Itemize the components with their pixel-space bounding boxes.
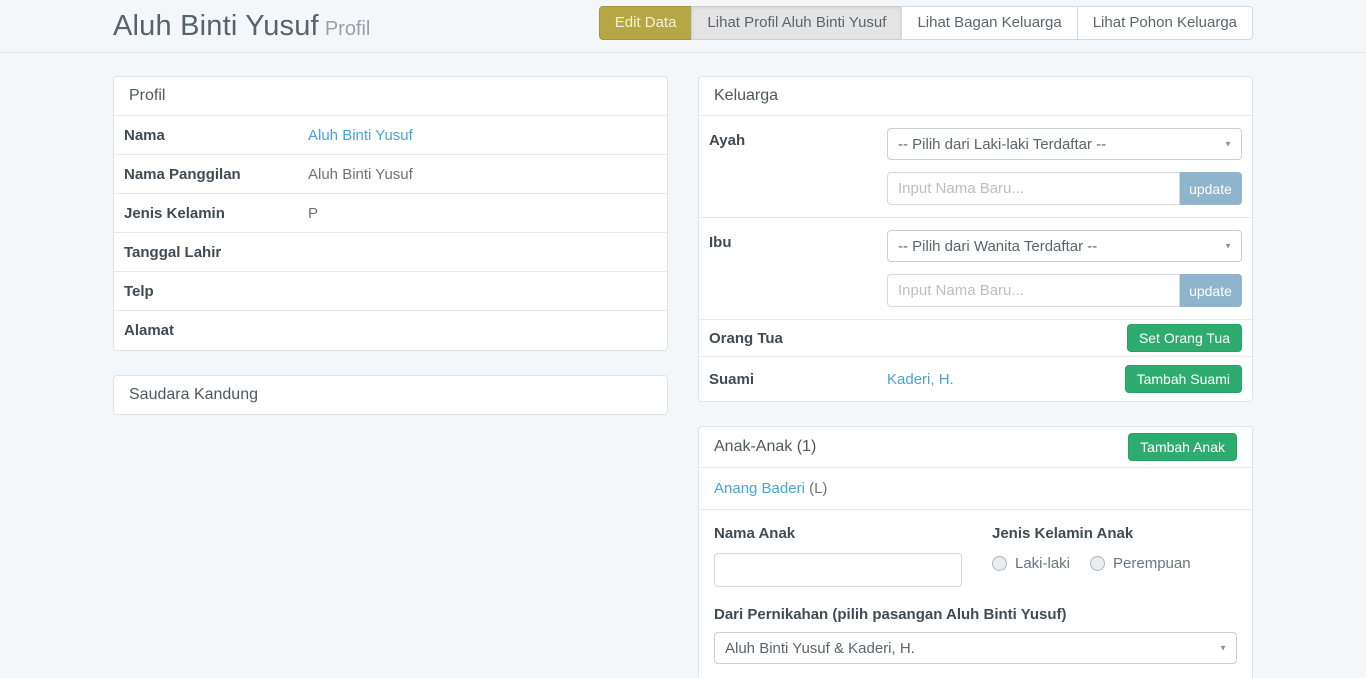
tab-lihat-pohon-keluarga[interactable]: Lihat Pohon Keluarga bbox=[1077, 6, 1253, 40]
ibu-label: Ibu bbox=[709, 230, 887, 307]
page-subtitle: Profil bbox=[325, 18, 371, 40]
keluarga-card-header: Keluarga bbox=[699, 77, 1252, 116]
profil-row-nama-panggilan: Nama Panggilan Aluh Binti Yusuf bbox=[114, 155, 667, 194]
saudara-kandung-card: Saudara Kandung bbox=[113, 375, 668, 415]
keluarga-card: Keluarga Ayah -- Pilih dari Laki-laki Te… bbox=[698, 76, 1253, 402]
dari-pernikahan-label: Dari Pernikahan (pilih pasangan Aluh Bin… bbox=[714, 606, 1237, 623]
profil-label-tanggal-lahir: Tanggal Lahir bbox=[124, 244, 308, 261]
profil-value-nama-link[interactable]: Aluh Binti Yusuf bbox=[308, 127, 413, 144]
child-list-item: Anang Baderi (L) bbox=[699, 468, 1252, 510]
ayah-input-group: update bbox=[887, 172, 1242, 205]
profil-row-telp: Telp bbox=[114, 272, 667, 311]
left-column: Profil Nama Aluh Binti Yusuf Nama Panggi… bbox=[113, 76, 668, 678]
suami-label: Suami bbox=[709, 371, 887, 388]
jenis-kelamin-anak-label: Jenis Kelamin Anak bbox=[992, 525, 1237, 542]
radio-laki-laki[interactable] bbox=[992, 556, 1007, 571]
ibu-select[interactable]: -- Pilih dari Wanita Terdaftar -- bbox=[887, 230, 1242, 262]
orang-tua-label: Orang Tua bbox=[709, 330, 887, 347]
child-gender-suffix: (L) bbox=[805, 480, 828, 497]
right-column: Keluarga Ayah -- Pilih dari Laki-laki Te… bbox=[698, 76, 1253, 678]
nama-anak-input[interactable] bbox=[714, 553, 962, 587]
tab-lihat-profil[interactable]: Lihat Profil Aluh Binti Yusuf bbox=[691, 6, 902, 40]
ibu-input-group: update bbox=[887, 274, 1242, 307]
page-title: Aluh Binti Yusuf bbox=[113, 10, 319, 42]
keluarga-row-ibu: Ibu -- Pilih dari Wanita Terdaftar -- up… bbox=[699, 218, 1252, 320]
saudara-kandung-card-title: Saudara Kandung bbox=[129, 386, 258, 404]
tambah-anak-form: Nama Anak Jenis Kelamin Anak Laki-laki P… bbox=[699, 510, 1252, 678]
nama-anak-label: Nama Anak bbox=[714, 525, 962, 542]
profil-label-nama-panggilan: Nama Panggilan bbox=[124, 166, 308, 183]
tambah-suami-button[interactable]: Tambah Suami bbox=[1125, 365, 1242, 393]
suami-name-link[interactable]: Kaderi, H. bbox=[887, 371, 1125, 388]
saudara-kandung-card-header: Saudara Kandung bbox=[114, 376, 667, 414]
profil-card-title: Profil bbox=[129, 87, 165, 105]
jenis-kelamin-radio-group: Laki-laki Perempuan bbox=[992, 555, 1237, 572]
profil-value-jenis-kelamin: P bbox=[308, 205, 657, 222]
keluarga-row-orang-tua: Orang Tua Set Orang Tua bbox=[699, 320, 1252, 357]
ayah-select-wrap: -- Pilih dari Laki-laki Terdaftar -- bbox=[887, 128, 1242, 160]
radio-laki-laki-label[interactable]: Laki-laki bbox=[1015, 555, 1070, 572]
radio-perempuan[interactable] bbox=[1090, 556, 1105, 571]
ibu-select-wrap: -- Pilih dari Wanita Terdaftar -- bbox=[887, 230, 1242, 262]
child-name-link[interactable]: Anang Baderi bbox=[714, 480, 805, 497]
pernikahan-select-wrap: Aluh Binti Yusuf & Kaderi, H. bbox=[714, 632, 1237, 664]
anak-anak-card: Anak-Anak (1) Tambah Anak Anang Baderi (… bbox=[698, 426, 1253, 678]
anak-anak-card-title: Anak-Anak (1) bbox=[714, 438, 816, 456]
ayah-nama-baru-input[interactable] bbox=[887, 172, 1180, 205]
profil-row-jenis-kelamin: Jenis Kelamin P bbox=[114, 194, 667, 233]
profil-label-telp: Telp bbox=[124, 283, 308, 300]
profil-row-tanggal-lahir: Tanggal Lahir bbox=[114, 233, 667, 272]
ayah-update-button[interactable]: update bbox=[1180, 172, 1242, 205]
keluarga-row-ayah: Ayah -- Pilih dari Laki-laki Terdaftar -… bbox=[699, 116, 1252, 218]
tab-lihat-bagan-keluarga[interactable]: Lihat Bagan Keluarga bbox=[901, 6, 1077, 40]
profil-card-header: Profil bbox=[114, 77, 667, 116]
tab-edit-data[interactable]: Edit Data bbox=[599, 6, 693, 40]
set-orang-tua-button[interactable]: Set Orang Tua bbox=[1127, 324, 1242, 352]
page-header: Aluh Binti Yusuf Profil Edit Data Lihat P… bbox=[0, 0, 1366, 53]
anak-anak-card-header: Anak-Anak (1) Tambah Anak bbox=[699, 427, 1252, 468]
profil-label-nama: Nama bbox=[124, 127, 308, 144]
ayah-label: Ayah bbox=[709, 128, 887, 205]
radio-perempuan-label[interactable]: Perempuan bbox=[1113, 555, 1191, 572]
pernikahan-select[interactable]: Aluh Binti Yusuf & Kaderi, H. bbox=[714, 632, 1237, 664]
profil-label-alamat: Alamat bbox=[124, 322, 308, 339]
profil-card: Profil Nama Aluh Binti Yusuf Nama Panggi… bbox=[113, 76, 668, 351]
ibu-nama-baru-input[interactable] bbox=[887, 274, 1180, 307]
profil-value-nama-panggilan: Aluh Binti Yusuf bbox=[308, 166, 657, 183]
action-tab-group: Edit Data Lihat Profil Aluh Binti Yusuf … bbox=[599, 6, 1253, 40]
keluarga-row-suami: Suami Kaderi, H. Tambah Suami bbox=[699, 357, 1252, 401]
profil-label-jenis-kelamin: Jenis Kelamin bbox=[124, 205, 308, 222]
ibu-update-button[interactable]: update bbox=[1180, 274, 1242, 307]
keluarga-card-title: Keluarga bbox=[714, 87, 778, 105]
profil-row-nama: Nama Aluh Binti Yusuf bbox=[114, 116, 667, 155]
tambah-anak-header-button[interactable]: Tambah Anak bbox=[1128, 433, 1237, 461]
ayah-select[interactable]: -- Pilih dari Laki-laki Terdaftar -- bbox=[887, 128, 1242, 160]
profil-row-alamat: Alamat bbox=[114, 311, 667, 350]
